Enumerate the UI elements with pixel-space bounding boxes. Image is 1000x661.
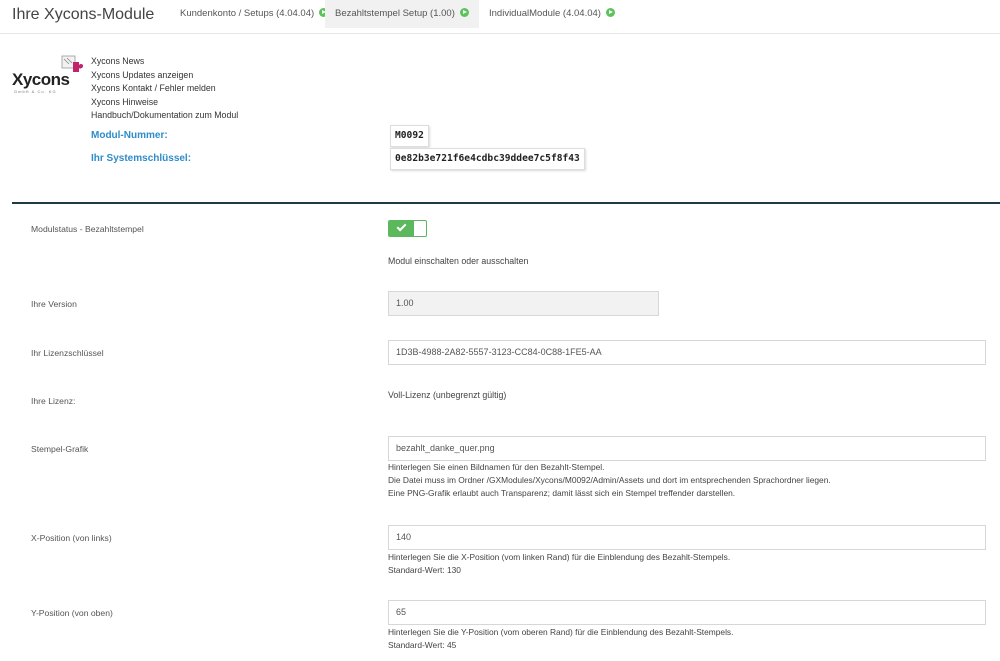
license-label: Ihre Lizenz:: [31, 396, 76, 406]
version-field: 1.00: [388, 291, 659, 316]
link-xycons-updates[interactable]: Xycons Updates anzeigen: [91, 69, 238, 83]
section-divider: [12, 202, 1000, 204]
license-key-input[interactable]: 1D3B-4988-2A82-5557-3123-CC84-0C88-1FE5-…: [388, 340, 986, 365]
y-hint-line: Hinterlegen Sie die Y-Position (vom ober…: [388, 627, 734, 637]
y-position-input[interactable]: 65: [388, 600, 986, 625]
link-xycons-kontakt[interactable]: Xycons Kontakt / Fehler melden: [91, 82, 238, 96]
x-hint-line: Hinterlegen Sie die X-Position (vom link…: [388, 552, 731, 562]
y-default-value: Standard-Wert: 45: [388, 640, 457, 650]
logo-wordmark: Xycons: [12, 70, 70, 89]
app-title: Ihre Xycons-Module: [12, 6, 155, 23]
system-key-label: Ihr Systemschlüssel:: [91, 153, 192, 164]
link-xycons-news[interactable]: Xycons News: [91, 55, 238, 69]
tab-label: Bezahltstempel Setup (1.00): [335, 8, 455, 19]
license-key-label: Ihr Lizenzschlüssel: [31, 348, 104, 358]
license-value: Voll-Lizenz (unbegrenzt gültig): [388, 390, 507, 400]
stamp-label: Stempel-Grafik: [31, 444, 89, 454]
version-label: Ihre Version: [31, 299, 77, 309]
xycons-links: Xycons News Xycons Updates anzeigen Xyco…: [91, 55, 238, 123]
module-number-value: M0092: [390, 125, 429, 147]
x-position-hint: Hinterlegen Sie die X-Position (vom link…: [388, 551, 730, 577]
stamp-hint: Hinterlegen Sie einen Bildnamen für den …: [388, 461, 831, 500]
stamp-hint-line: Die Datei muss im Ordner /GXModules/Xyco…: [388, 475, 831, 485]
x-default-value: Standard-Wert: 130: [388, 565, 461, 575]
y-position-label: Y-Position (von oben): [31, 608, 113, 618]
status-hint: Modul einschalten oder ausschalten: [388, 256, 529, 266]
link-xycons-hinweise[interactable]: Xycons Hinweise: [91, 96, 238, 110]
status-label: Modulstatus - Bezahltstempel: [31, 224, 144, 234]
go-icon: [459, 8, 469, 17]
tab-bezahltstempel-setup[interactable]: Bezahltstempel Setup (1.00): [325, 0, 479, 28]
system-key-value: 0e82b3e721f6e4cdbc39ddee7c5f8f43: [390, 148, 585, 170]
logo-subtitle: GmbH & Co. KG: [14, 89, 57, 94]
stamp-hint-line: Eine PNG-Grafik erlaubt auch Transparenz…: [388, 488, 736, 498]
status-toggle[interactable]: [388, 220, 427, 237]
tab-individualmodule[interactable]: IndividualModule (4.04.04): [479, 0, 625, 28]
link-handbuch[interactable]: Handbuch/Dokumentation zum Modul: [91, 109, 238, 123]
top-bar: Ihre Xycons-Module Kundenkonto / Setups …: [0, 0, 1000, 34]
y-position-hint: Hinterlegen Sie die Y-Position (vom ober…: [388, 626, 733, 652]
stamp-hint-line: Hinterlegen Sie einen Bildnamen für den …: [388, 462, 605, 472]
go-icon: [605, 8, 615, 17]
tab-label: IndividualModule (4.04.04): [489, 8, 601, 19]
x-position-input[interactable]: 140: [388, 525, 986, 550]
tab-label: Kundenkonto / Setups (4.04.04): [180, 8, 315, 19]
stamp-input[interactable]: bezahlt_danke_quer.png: [388, 436, 986, 461]
tab-kundenkonto-setups[interactable]: Kundenkonto / Setups (4.04.04): [170, 0, 338, 28]
x-position-label: X-Position (von links): [31, 533, 112, 543]
xycons-logo: Xycons GmbH & Co. KG: [12, 55, 86, 99]
module-number-label: Modul-Nummer:: [91, 130, 168, 141]
